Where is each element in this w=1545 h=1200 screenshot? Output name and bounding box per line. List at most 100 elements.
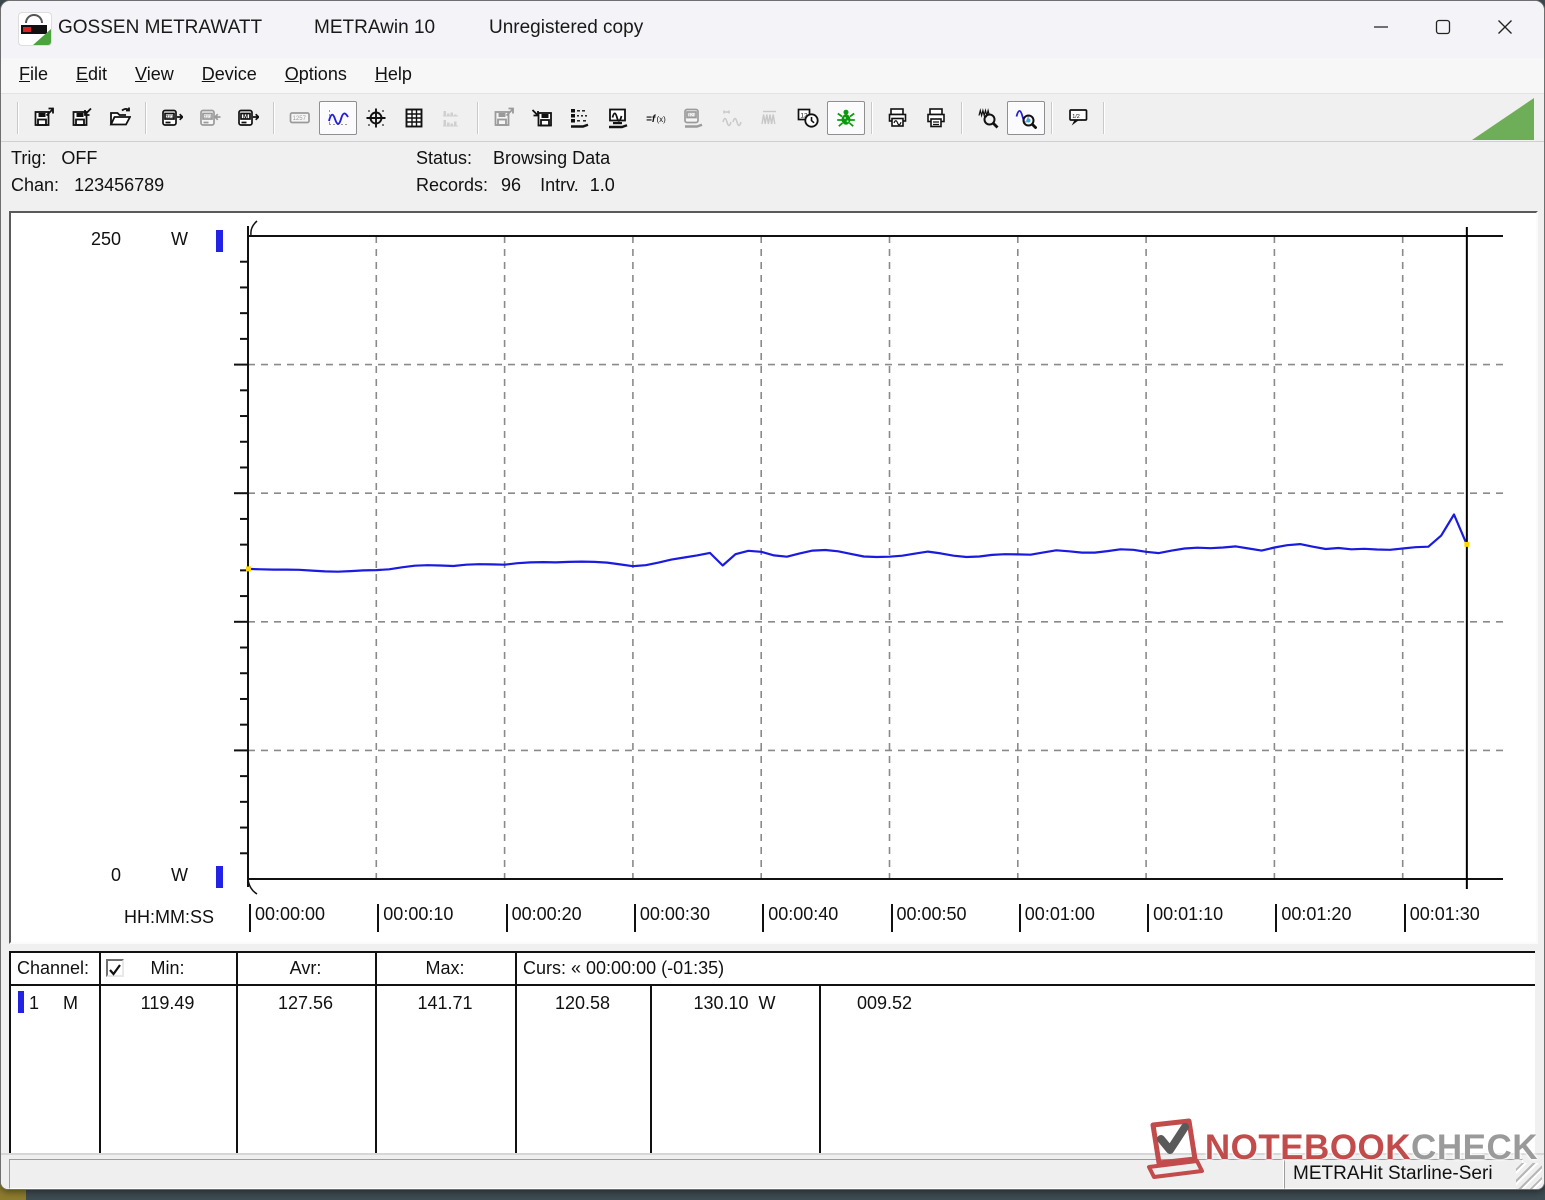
import-data-icon bbox=[531, 108, 552, 126]
menu-edit[interactable]: Edit bbox=[62, 59, 121, 92]
chan-label: Chan: bbox=[11, 175, 60, 195]
chart-view-icon bbox=[328, 109, 349, 125]
scheduler-icon: 12 bbox=[797, 108, 819, 128]
scheduler-button[interactable]: 12 bbox=[789, 101, 827, 135]
license-status: Unregistered copy bbox=[489, 17, 644, 38]
channel-row-color-bar bbox=[18, 991, 24, 1013]
channel-statistics-table: Channel: Min: Avr: Max: Curs: « 00:00:00… bbox=[9, 951, 1535, 1153]
monitor-icon bbox=[609, 108, 628, 128]
trig-label: Trig: bbox=[11, 148, 47, 168]
note-button[interactable]: 1/2 bbox=[1059, 101, 1097, 135]
y-axis-min-label: 0 bbox=[110, 865, 121, 885]
svg-text:321: 321 bbox=[204, 114, 212, 120]
trig-value: OFF bbox=[61, 148, 98, 168]
chan-value: 123456789 bbox=[74, 175, 165, 195]
menu-device[interactable]: Device bbox=[188, 59, 271, 92]
y-axis-unit-top: W bbox=[171, 229, 188, 249]
toolbar-separator bbox=[273, 101, 275, 134]
xy-view-icon bbox=[366, 108, 386, 127]
status-label: Status: bbox=[416, 148, 473, 168]
menu-file[interactable]: File bbox=[5, 59, 62, 92]
menu-view[interactable]: View bbox=[121, 59, 188, 92]
pulse-out-icon bbox=[761, 110, 776, 124]
monitor-button[interactable] bbox=[599, 101, 637, 135]
col-header-cursor: Curs: « 00:00:00 (-01:35) bbox=[523, 958, 725, 978]
device-memory-button[interactable]: M bbox=[229, 101, 267, 135]
app-window: GOSSEN METRAWATT METRAwin 10 Unregistere… bbox=[0, 0, 1545, 1190]
toolbar: 321 321 M 1257 =f (x) 321 12 1/2 bbox=[1, 94, 1544, 142]
print-icon bbox=[927, 107, 945, 127]
note-icon: 1/2 bbox=[1069, 108, 1088, 125]
close-button[interactable] bbox=[1474, 5, 1536, 49]
formula-icon: =f (x) bbox=[646, 114, 666, 125]
open-file-icon bbox=[109, 107, 131, 125]
svg-text:1/2: 1/2 bbox=[1072, 113, 1080, 119]
debug-icon bbox=[837, 109, 855, 127]
x-tick-label: 00:00:50 bbox=[890, 904, 967, 932]
numeric-display-button: 1257 bbox=[281, 101, 319, 135]
device-config-button: 321 bbox=[675, 101, 713, 135]
zoom-all-button[interactable] bbox=[969, 101, 1007, 135]
channel-number: 1 bbox=[29, 993, 40, 1013]
x-tick-label: 00:00:00 bbox=[249, 904, 325, 932]
x-tick-label: 00:00:10 bbox=[377, 904, 453, 932]
measurement-info-panel: Trig: OFF Chan: 123456789 Status: Browsi… bbox=[1, 142, 1544, 211]
save-icon bbox=[72, 107, 92, 126]
analog-out-button bbox=[713, 101, 751, 135]
status-value: Browsing Data bbox=[493, 148, 611, 168]
x-tick-label: 00:01:30 bbox=[1403, 904, 1480, 932]
chart-plot-area[interactable] bbox=[11, 213, 1536, 942]
open-file-button[interactable] bbox=[101, 101, 139, 135]
cursor-left-value: 120.58 bbox=[554, 993, 611, 1013]
x-axis-format-label: HH:MM:SS bbox=[124, 907, 214, 927]
channel-mode: M bbox=[63, 993, 78, 1013]
histogram-view-icon bbox=[443, 110, 458, 126]
app-logo-icon bbox=[19, 13, 51, 45]
interval-value: 1.0 bbox=[589, 175, 615, 195]
y-axis-max-label: 250 bbox=[90, 229, 121, 249]
toolbar-separator bbox=[145, 101, 147, 134]
analog-out-icon bbox=[722, 110, 742, 126]
import-data-button[interactable] bbox=[523, 101, 561, 135]
debug-button[interactable] bbox=[827, 100, 865, 135]
print-preview-button[interactable] bbox=[879, 101, 917, 135]
table-view-button[interactable] bbox=[395, 101, 433, 135]
col-header-channel: Channel: bbox=[17, 958, 90, 978]
col-header-max: Max: bbox=[425, 958, 465, 978]
menu-help[interactable]: Help bbox=[361, 59, 426, 92]
numeric-display-icon: 1257 bbox=[289, 111, 310, 123]
avr-value: 127.56 bbox=[277, 993, 334, 1013]
status-bar: METRAHit Starline-Seri bbox=[1, 1153, 1544, 1189]
zoom-wave-button[interactable] bbox=[1007, 100, 1045, 135]
chart-view-button[interactable] bbox=[319, 100, 357, 135]
minimize-button[interactable] bbox=[1350, 5, 1412, 49]
connection-indicator-triangle bbox=[1472, 98, 1534, 140]
col-header-min: Min: bbox=[150, 958, 185, 978]
save-as-button[interactable] bbox=[25, 101, 63, 135]
device-name: METRAHit Starline-Seri bbox=[1293, 1163, 1493, 1184]
xy-view-button[interactable] bbox=[357, 101, 395, 135]
channel-list-icon bbox=[571, 108, 589, 128]
max-value: 141.71 bbox=[417, 993, 473, 1013]
statusbar-message-panel bbox=[9, 1159, 1284, 1189]
min-value: 119.49 bbox=[140, 993, 195, 1013]
menu-options[interactable]: Options bbox=[271, 59, 361, 92]
formula-button[interactable]: =f (x) bbox=[637, 101, 675, 135]
table-view-icon bbox=[405, 108, 423, 127]
maximize-button[interactable] bbox=[1412, 5, 1474, 49]
device-read-button[interactable]: 321 bbox=[153, 101, 191, 135]
resize-grip[interactable] bbox=[1516, 1163, 1542, 1189]
channel-color-marker-bottom bbox=[216, 866, 223, 888]
channel-list-button[interactable] bbox=[561, 101, 599, 135]
x-tick-label: 00:01:00 bbox=[1018, 904, 1095, 932]
toolbar-separator bbox=[477, 101, 479, 134]
x-tick-label: 00:00:20 bbox=[505, 904, 582, 932]
y-axis-unit-bottom: W bbox=[171, 865, 188, 885]
print-button[interactable] bbox=[917, 101, 955, 135]
device-stop-button: 321 bbox=[191, 101, 229, 135]
svg-text:321: 321 bbox=[166, 114, 174, 120]
menu-bar: File Edit View Device Options Help bbox=[1, 58, 1544, 94]
save-button[interactable] bbox=[63, 101, 101, 135]
x-tick-label: 00:01:20 bbox=[1275, 904, 1351, 932]
cursor-delta-value: 009.52 bbox=[857, 993, 913, 1013]
